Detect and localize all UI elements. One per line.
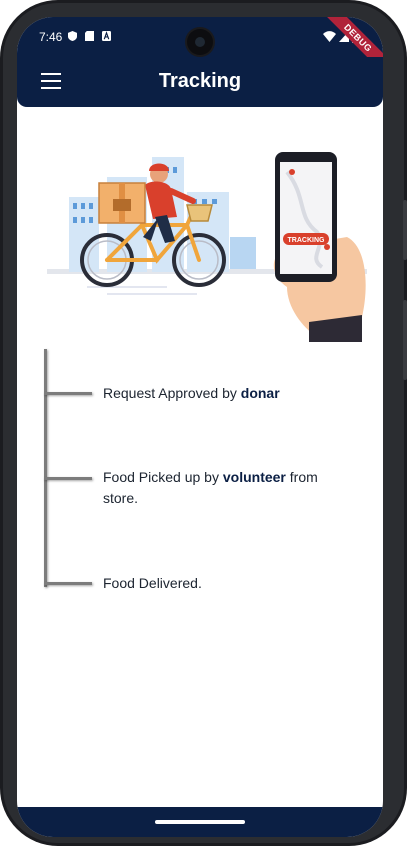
navigation-bar [17,807,383,837]
delivery-illustration: TRACKING [47,152,367,342]
wifi-icon [323,31,336,42]
screen: 7:46 DEBUG Tracking TRACKING Request App… [17,17,383,837]
app-bar: Tracking [17,57,383,107]
page-title: Tracking [158,70,242,92]
sim-card-icon [85,31,94,41]
status-bar: 7:46 DEBUG [17,17,383,82]
volume-button [403,200,407,260]
tracking-phone-icon: TRACKING [273,152,366,342]
front-camera [187,29,213,55]
home-gesture-handle[interactable] [155,820,245,824]
status-time: 7:46 [39,30,63,44]
tracking-timeline: Request Approved by donar Food Picked up… [17,337,383,597]
timeline-step-delivered: Food Delivered. [103,575,202,591]
timeline-connector [44,477,92,480]
shield-icon [68,31,77,41]
parcel-icon [98,182,146,224]
tracking-badge: TRACKING [288,237,325,244]
timeline-connector [44,392,92,395]
power-button [403,300,407,380]
phone-frame: 7:46 DEBUG Tracking TRACKING Request App… [0,0,407,846]
timeline-step-approved: Request Approved by donar [103,385,280,401]
timeline-step-picked-up: Food Picked up by volunteer from store. [103,469,318,506]
timeline-connector [44,582,92,585]
text-a-icon [102,31,111,41]
timeline-vertical-line [44,349,47,587]
